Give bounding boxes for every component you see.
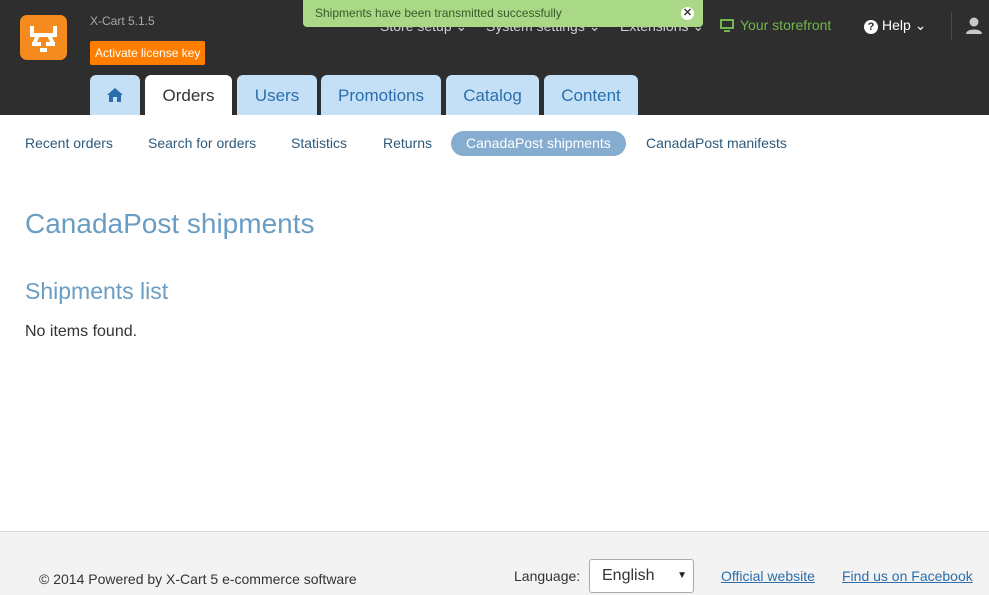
- empty-state-text: No items found.: [25, 323, 138, 340]
- official-website-link[interactable]: Official website: [721, 568, 815, 584]
- tab-users[interactable]: Users: [237, 75, 317, 115]
- close-icon[interactable]: ✕: [681, 7, 694, 20]
- help-icon: ?: [864, 20, 878, 34]
- language-label: Language:: [514, 568, 581, 584]
- subnav-search-orders[interactable]: Search for orders: [148, 131, 256, 156]
- help-menu[interactable]: ? Help ⌄: [864, 17, 926, 34]
- subnav-returns[interactable]: Returns: [383, 131, 432, 156]
- storefront-label: Your storefront: [740, 17, 832, 33]
- dropdown-arrow-icon: ▼: [677, 570, 687, 581]
- copyright-text: © 2014 Powered by X-Cart 5 e-commerce so…: [39, 571, 357, 587]
- section-title: Shipments list: [25, 278, 169, 304]
- tab-home[interactable]: [90, 75, 140, 115]
- subnav-canadapost-shipments[interactable]: CanadaPost shipments: [451, 131, 626, 156]
- page-title: CanadaPost shipments: [25, 208, 315, 239]
- version-label: X-Cart 5.1.5: [90, 14, 155, 28]
- facebook-link[interactable]: Find us on Facebook: [842, 568, 973, 584]
- activate-license-button[interactable]: Activate license key: [90, 41, 206, 65]
- notification-text: Shipments have been transmitted successf…: [315, 6, 562, 20]
- subnav-canadapost-manifests[interactable]: CanadaPost manifests: [646, 131, 787, 156]
- header-divider: [951, 12, 952, 40]
- tab-promotions[interactable]: Promotions: [321, 75, 441, 115]
- tab-content[interactable]: Content: [544, 75, 638, 115]
- success-notification: Shipments have been transmitted successf…: [303, 0, 703, 27]
- home-icon: [107, 88, 123, 102]
- cart-logo-icon: [30, 26, 57, 52]
- subnav-statistics[interactable]: Statistics: [291, 131, 347, 156]
- subnav-recent-orders[interactable]: Recent orders: [25, 131, 113, 156]
- tab-catalog[interactable]: Catalog: [446, 75, 539, 115]
- monitor-icon: [720, 19, 734, 32]
- language-value: English: [602, 567, 655, 584]
- help-label: Help: [882, 17, 911, 33]
- tab-orders[interactable]: Orders: [145, 75, 232, 115]
- footer: © 2014 Powered by X-Cart 5 e-commerce so…: [0, 531, 989, 595]
- user-icon[interactable]: [965, 17, 983, 39]
- storefront-link[interactable]: Your storefront: [720, 17, 831, 33]
- language-select[interactable]: English ▼: [589, 559, 694, 593]
- xcart-logo[interactable]: [20, 15, 67, 60]
